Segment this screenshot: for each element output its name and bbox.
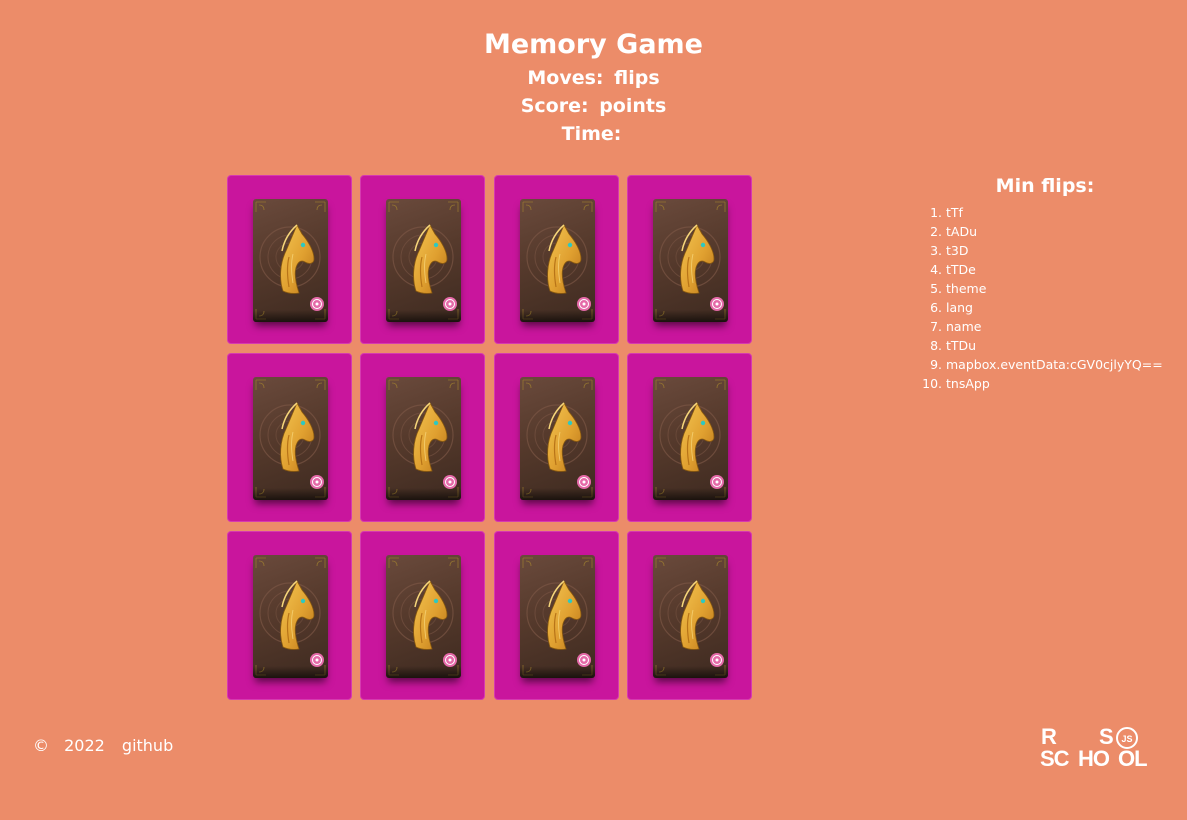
timer: Time: — [0, 120, 1187, 148]
leaderboard: Min flips: tTftADut3DtTDethemelangnametT… — [918, 172, 1178, 393]
golden-horse-icon — [522, 379, 592, 498]
golden-horse-icon — [255, 201, 326, 320]
leaderboard-entry: name — [946, 317, 1178, 336]
svg-text:OL: OL — [1118, 746, 1147, 770]
memory-card[interactable] — [493, 353, 619, 522]
memory-card[interactable] — [493, 175, 619, 344]
memory-card[interactable] — [360, 175, 486, 344]
memory-card[interactable] — [360, 531, 486, 700]
card-back — [253, 377, 328, 500]
moves-value: flips — [614, 67, 660, 89]
card-back — [253, 199, 328, 322]
card-back — [519, 555, 595, 678]
memory-card[interactable] — [360, 353, 486, 522]
leaderboard-entry: lang — [946, 298, 1178, 317]
leaderboard-entry: theme — [946, 279, 1178, 298]
rs-school-logo[interactable]: R S SC HO OL JS — [1040, 724, 1156, 770]
leaderboard-list: tTftADut3DtTDethemelangnametTDumapbox.ev… — [918, 203, 1178, 393]
leaderboard-entry: tTf — [946, 203, 1178, 222]
rs-school-logo-icon: R S SC HO OL JS — [1040, 724, 1148, 770]
golden-horse-icon — [255, 557, 326, 676]
leaderboard-entry: tTDe — [946, 260, 1178, 279]
card-back — [652, 199, 728, 322]
score-value: points — [599, 95, 667, 117]
golden-horse-icon — [255, 379, 326, 498]
score-label: Score: — [520, 95, 589, 117]
score-counter: Score: points — [0, 92, 1187, 120]
golden-horse-icon — [522, 201, 592, 320]
game-title: Memory Game — [483, 29, 703, 60]
memory-card[interactable] — [227, 531, 352, 700]
golden-horse-icon — [522, 557, 592, 676]
game-header: Memory Game Moves: flips Score: points T… — [0, 26, 1187, 148]
card-back — [386, 377, 462, 500]
footer-info: © 2022 github — [33, 734, 173, 758]
card-back — [386, 199, 462, 322]
golden-horse-icon — [655, 557, 726, 676]
memory-card[interactable] — [227, 175, 352, 344]
card-back — [519, 377, 595, 500]
svg-text:JS: JS — [1121, 734, 1132, 744]
memory-card[interactable] — [493, 531, 619, 700]
card-back — [652, 555, 728, 678]
svg-text:SC: SC — [1040, 746, 1070, 770]
golden-horse-icon — [388, 201, 459, 320]
leaderboard-entry: t3D — [946, 241, 1178, 260]
memory-card[interactable] — [626, 531, 752, 700]
svg-text:HO: HO — [1078, 746, 1110, 770]
game-board — [227, 175, 752, 700]
leaderboard-entry: mapbox.eventData:cGV0cjlyYQ== — [946, 355, 1178, 374]
golden-horse-icon — [388, 379, 459, 498]
card-back — [253, 555, 328, 678]
golden-horse-icon — [388, 557, 459, 676]
moves-counter: Moves: flips — [0, 64, 1187, 92]
memory-card[interactable] — [626, 353, 752, 522]
card-back — [652, 377, 728, 500]
leaderboard-entry: tTDu — [946, 336, 1178, 355]
card-back — [386, 555, 462, 678]
moves-label: Moves: — [527, 67, 604, 89]
memory-card[interactable] — [626, 175, 752, 344]
time-label: Time: — [561, 123, 622, 145]
leaderboard-title: Min flips: — [995, 175, 1095, 197]
leaderboard-entry: tADu — [946, 222, 1178, 241]
golden-horse-icon — [655, 201, 726, 320]
golden-horse-icon — [655, 379, 726, 498]
card-back — [519, 199, 595, 322]
memory-card[interactable] — [227, 353, 352, 522]
copyright-symbol: © — [33, 736, 49, 755]
copyright-year: 2022 — [64, 736, 105, 755]
github-link[interactable]: github — [122, 736, 173, 755]
leaderboard-entry: tnsApp — [946, 374, 1178, 393]
